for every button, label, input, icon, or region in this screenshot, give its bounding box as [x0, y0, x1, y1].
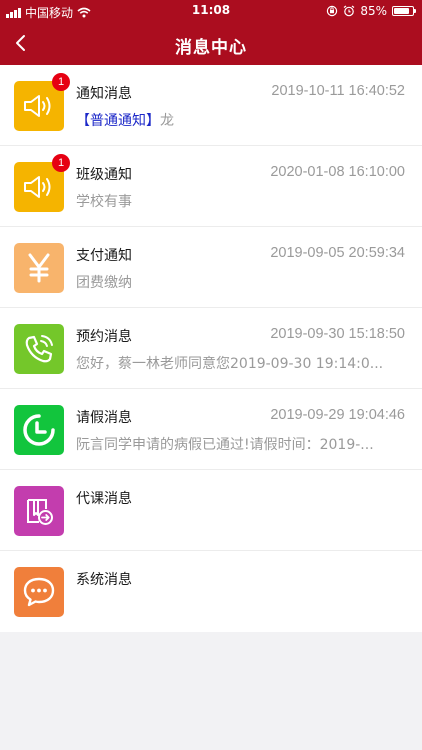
- appointment-icon-tile: [14, 324, 64, 374]
- battery-percent: 85%: [360, 4, 387, 18]
- message-preview: 您好，蔡一林老师同意您2019-09-30 19:14:0...: [76, 356, 384, 372]
- message-item-system[interactable]: 系统消息: [0, 551, 422, 632]
- unread-badge: 1: [52, 73, 70, 91]
- alarm-icon: [343, 5, 355, 17]
- message-time: 2019-09-29 19:04:46: [270, 407, 405, 423]
- message-title: 通知消息: [76, 86, 132, 102]
- substitute-icon-tile: [14, 486, 64, 536]
- message-item-class-notice[interactable]: 1 班级通知 2020-01-08 16:10:00 学校有事: [0, 146, 422, 227]
- message-item-leave[interactable]: 请假消息 2019-09-29 19:04:46 阮言同学申请的病假已通过!请假…: [0, 389, 422, 470]
- message-time: 2019-09-30 15:18:50: [270, 326, 405, 342]
- status-bar: 中国移动 11:08 85%: [0, 0, 422, 22]
- message-preview: 阮言同学申请的病假已通过!请假时间：2019-...: [76, 437, 374, 453]
- chat-bubble-icon: [23, 577, 55, 607]
- message-preview-text: 龙: [160, 113, 174, 129]
- battery-icon: [392, 6, 416, 16]
- speaker-icon: [24, 176, 51, 198]
- substitute-icon: [27, 499, 53, 525]
- orientation-lock-icon: [327, 5, 338, 17]
- system-icon-tile: [14, 567, 64, 617]
- message-time: 2019-09-05 20:59:34: [270, 245, 405, 261]
- app-header: 中国移动 11:08 85% 消息中心: [0, 0, 422, 65]
- phone-icon: [25, 335, 53, 363]
- message-preview: 学校有事: [76, 194, 132, 210]
- unread-badge: 1: [52, 154, 70, 172]
- message-time: 2020-01-08 16:10:00: [270, 164, 405, 180]
- notice-tag: 【普通通知】: [76, 113, 160, 129]
- message-title: 请假消息: [76, 410, 132, 426]
- leave-icon-tile: [14, 405, 64, 455]
- page-title: 消息中心: [175, 38, 247, 58]
- message-title: 班级通知: [76, 167, 132, 183]
- message-list: 1 通知消息 2019-10-11 16:40:52 【普通通知】龙 1 班级通…: [0, 65, 422, 632]
- message-time: 2019-10-11 16:40:52: [271, 83, 405, 99]
- message-preview: 团费缴纳: [76, 275, 132, 291]
- yen-icon: [28, 253, 50, 283]
- message-item-notice[interactable]: 1 通知消息 2019-10-11 16:40:52 【普通通知】龙: [0, 65, 422, 146]
- message-item-substitute[interactable]: 代课消息: [0, 470, 422, 551]
- message-title: 预约消息: [76, 329, 132, 345]
- message-title: 系统消息: [76, 572, 132, 588]
- status-right: 85%: [326, 4, 416, 18]
- payment-icon-tile: [14, 243, 64, 293]
- message-title: 代课消息: [76, 491, 132, 507]
- message-item-appointment[interactable]: 预约消息 2019-09-30 15:18:50 您好，蔡一林老师同意您2019…: [0, 308, 422, 389]
- clock-icon: [23, 414, 55, 446]
- nav-bar: 消息中心: [0, 22, 422, 65]
- message-preview: 【普通通知】龙: [76, 110, 406, 130]
- speaker-icon: [24, 95, 51, 117]
- message-title: 支付通知: [76, 248, 132, 264]
- message-item-payment[interactable]: 支付通知 2019-09-05 20:59:34 团费缴纳: [0, 227, 422, 308]
